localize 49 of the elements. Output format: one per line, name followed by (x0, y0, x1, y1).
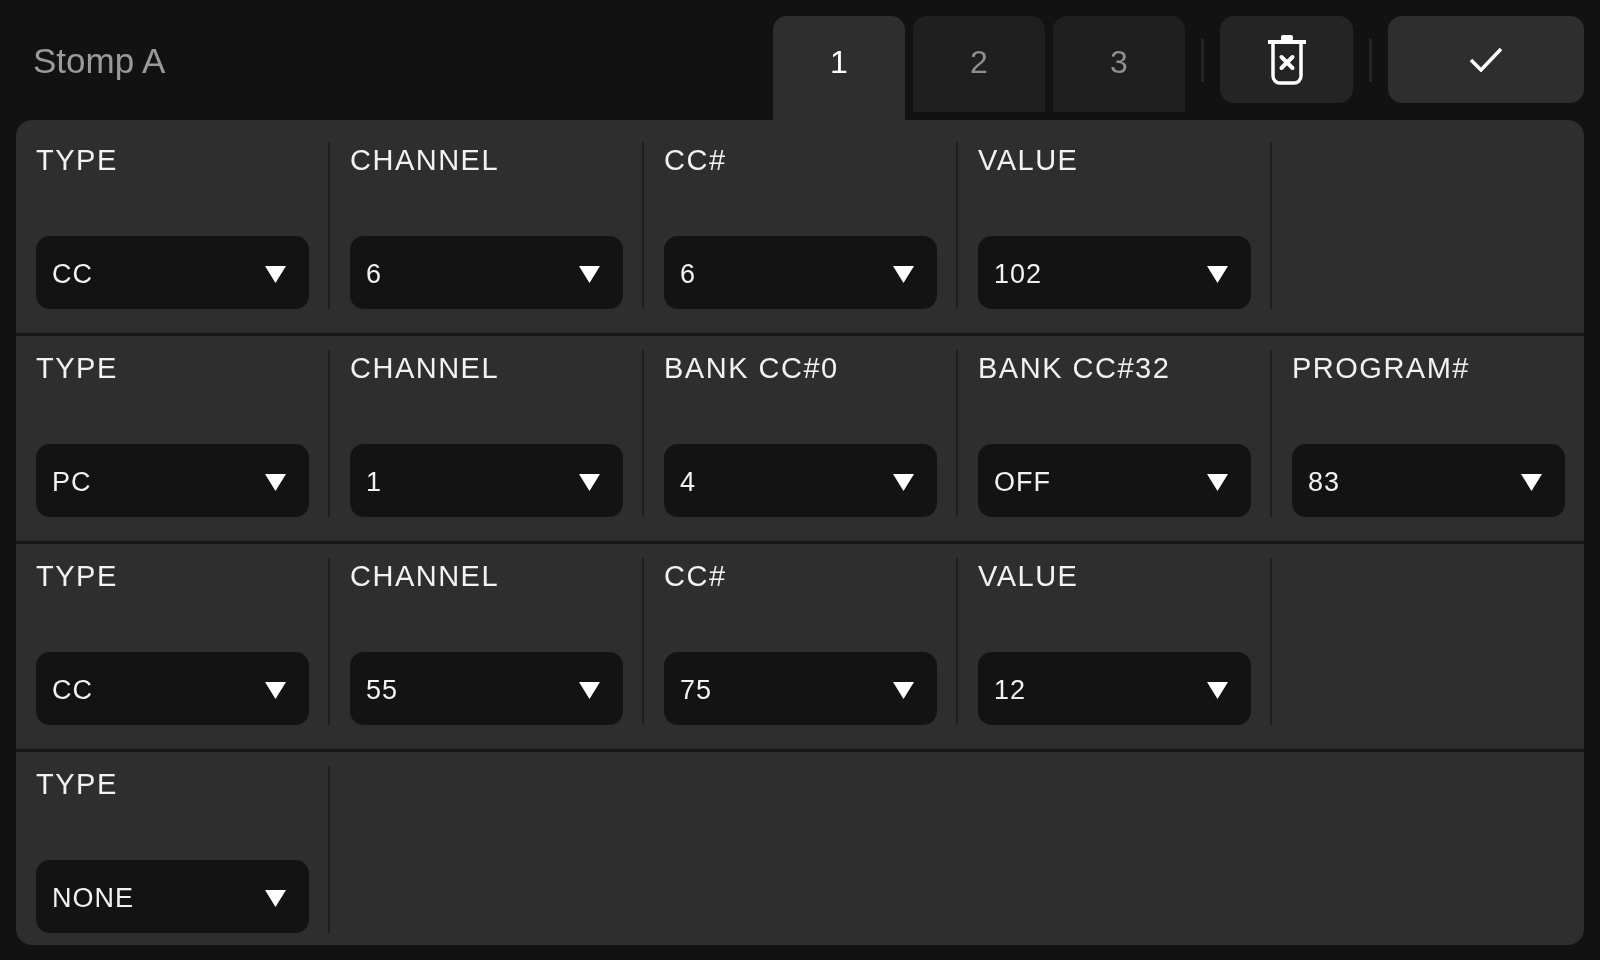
dropdown[interactable]: OFF (978, 444, 1251, 517)
caret-icon (1207, 473, 1228, 491)
caret-icon (579, 473, 600, 491)
dropdown[interactable]: 75 (664, 652, 937, 725)
tab[interactable]: 3 (1053, 16, 1185, 112)
dropdown[interactable]: 102 (978, 236, 1251, 309)
caret-icon (1521, 473, 1542, 491)
dropdown[interactable]: 1 (350, 444, 623, 517)
caret-icon (265, 889, 286, 907)
field-label: BANK CC#32 (978, 351, 1172, 386)
dropdown[interactable]: 12 (978, 652, 1251, 725)
field-label: VALUE (978, 143, 1080, 178)
field-label: CC# (664, 143, 728, 178)
trash-icon (1267, 34, 1306, 85)
field-label: CHANNEL (350, 559, 501, 594)
delete-button[interactable] (1220, 16, 1353, 103)
dropdown[interactable]: NONE (36, 860, 309, 933)
field-label: TYPE (36, 767, 119, 802)
field-label: CHANNEL (350, 351, 501, 386)
caret-icon (265, 265, 286, 283)
dropdown[interactable]: CC (36, 652, 309, 725)
caret-icon (265, 473, 286, 491)
dropdown[interactable]: CC (36, 236, 309, 309)
dropdown[interactable]: 6 (664, 236, 937, 309)
tab[interactable]: 1 (773, 16, 905, 120)
dropdown[interactable]: 4 (664, 444, 937, 517)
field-label: VALUE (978, 559, 1080, 594)
field-label: TYPE (36, 143, 119, 178)
caret-icon (1207, 681, 1228, 699)
dropdown[interactable]: 55 (350, 652, 623, 725)
field-label: TYPE (36, 559, 119, 594)
checkmark-icon (1469, 47, 1503, 72)
field-label: PROGRAM# (1292, 351, 1471, 386)
caret-icon (579, 681, 600, 699)
field-label: CHANNEL (350, 143, 501, 178)
field-label: TYPE (36, 351, 119, 386)
caret-icon (893, 473, 914, 491)
dropdown[interactable]: PC (36, 444, 309, 517)
page-title: Stomp A (33, 41, 167, 81)
tab[interactable]: 2 (913, 16, 1045, 112)
caret-icon (893, 265, 914, 283)
caret-icon (265, 681, 286, 699)
caret-icon (579, 265, 600, 283)
field-label: BANK CC#0 (664, 351, 840, 386)
field-label: CC# (664, 559, 728, 594)
caret-icon (893, 681, 914, 699)
dropdown[interactable]: 6 (350, 236, 623, 309)
caret-icon (1207, 265, 1228, 283)
dropdown[interactable]: 83 (1292, 444, 1565, 517)
